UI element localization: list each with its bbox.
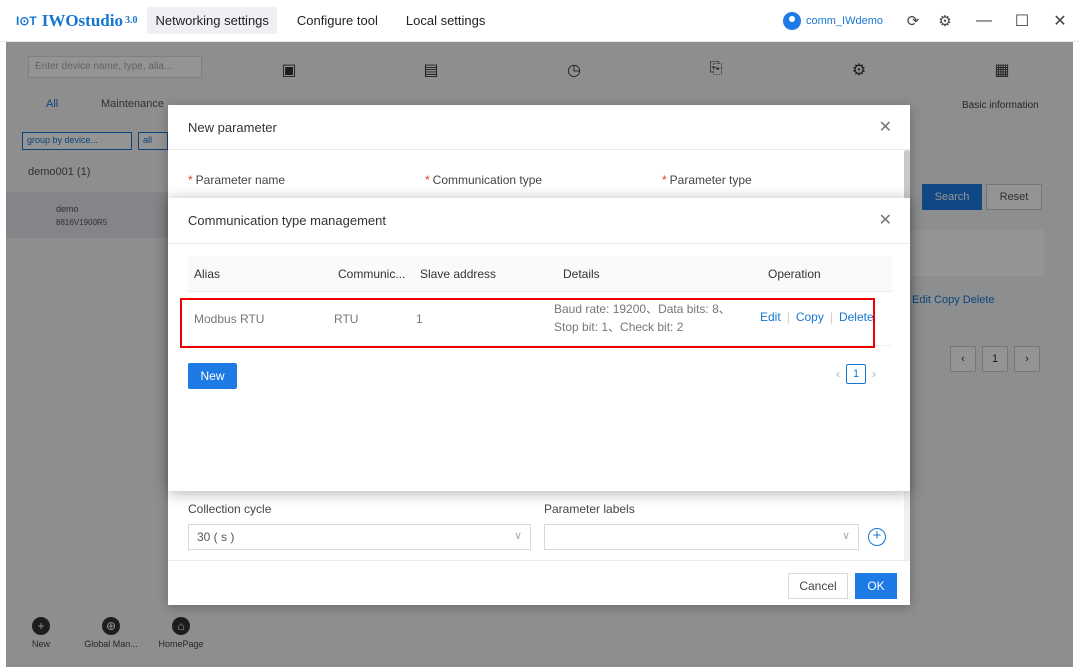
add-label-icon[interactable]: + [868, 528, 886, 546]
communication-type-dialog: Communication type management ✕ Alias Co… [168, 198, 910, 491]
close-icon[interactable]: ✕ [879, 117, 892, 137]
parameter-name-label: * Parameter name [188, 173, 286, 187]
new-parameter-title: New parameter [188, 119, 277, 135]
parameter-type-label: * Parameter type [662, 173, 752, 187]
refresh-icon[interactable]: ⟳ [901, 12, 925, 30]
prev-page-icon[interactable]: ‹ [836, 367, 840, 381]
dialog-footer: Cancel OK [168, 560, 910, 605]
nav-local-settings[interactable]: Local settings [398, 7, 494, 34]
collection-cycle-value: 30 ( s ) [197, 530, 235, 544]
col-alias: Alias [194, 267, 221, 281]
col-details: Details [563, 267, 600, 281]
app-logo: I⊙T IWOstudio 3.0 [16, 11, 137, 31]
nav-configure-tool[interactable]: Configure tool [289, 7, 386, 34]
username: comm_IWdemo [805, 15, 883, 27]
title-bar: I⊙T IWOstudio 3.0 Networking settings Co… [0, 0, 1079, 42]
app-name: IWOstudio [41, 10, 123, 30]
next-page-icon[interactable]: › [872, 367, 876, 381]
close-window-button[interactable]: ✕ [1041, 11, 1079, 31]
col-communication-type: Communic... [338, 267, 406, 281]
new-parameter-header: New parameter ✕ [168, 105, 910, 150]
nav-networking-settings[interactable]: Networking settings [147, 7, 277, 34]
page-number[interactable]: 1 [846, 364, 866, 384]
collection-cycle-label: Collection cycle [188, 502, 272, 516]
comm-dialog-header: Communication type management ✕ [168, 198, 910, 244]
comm-dialog-title: Communication type management [188, 213, 386, 228]
communication-type-label: * Communication type [425, 173, 543, 187]
minimize-button[interactable]: — [965, 12, 1003, 30]
cancel-button[interactable]: Cancel [788, 573, 848, 599]
ok-button[interactable]: OK [855, 573, 897, 599]
parameter-labels-select[interactable]: ∨ [544, 524, 859, 550]
col-slave-address: Slave address [420, 267, 497, 281]
pagination: ‹ 1 › [836, 364, 876, 384]
user-account[interactable]: comm_IWdemo [782, 12, 883, 30]
chevron-down-icon: ∨ [513, 530, 522, 542]
maximize-button[interactable]: ☐ [1003, 11, 1041, 31]
row-highlight-box [180, 298, 875, 348]
chevron-down-icon: ∨ [841, 530, 850, 542]
table-header: Alias Communic... Slave address Details … [188, 256, 892, 292]
gear-icon[interactable]: ⚙ [933, 12, 957, 30]
collection-cycle-select[interactable]: 30 ( s ) ∨ [188, 524, 531, 550]
close-icon[interactable]: ✕ [879, 210, 892, 230]
col-operation: Operation [768, 267, 821, 281]
user-avatar-icon [782, 12, 801, 30]
parameter-labels-label: Parameter labels [544, 502, 635, 516]
app-version: 3.0 [124, 15, 138, 26]
main-nav: Networking settings Configure tool Local… [147, 7, 505, 34]
new-communication-type-button[interactable]: New [188, 363, 237, 389]
iot-logo-icon: I⊙T [16, 13, 37, 28]
